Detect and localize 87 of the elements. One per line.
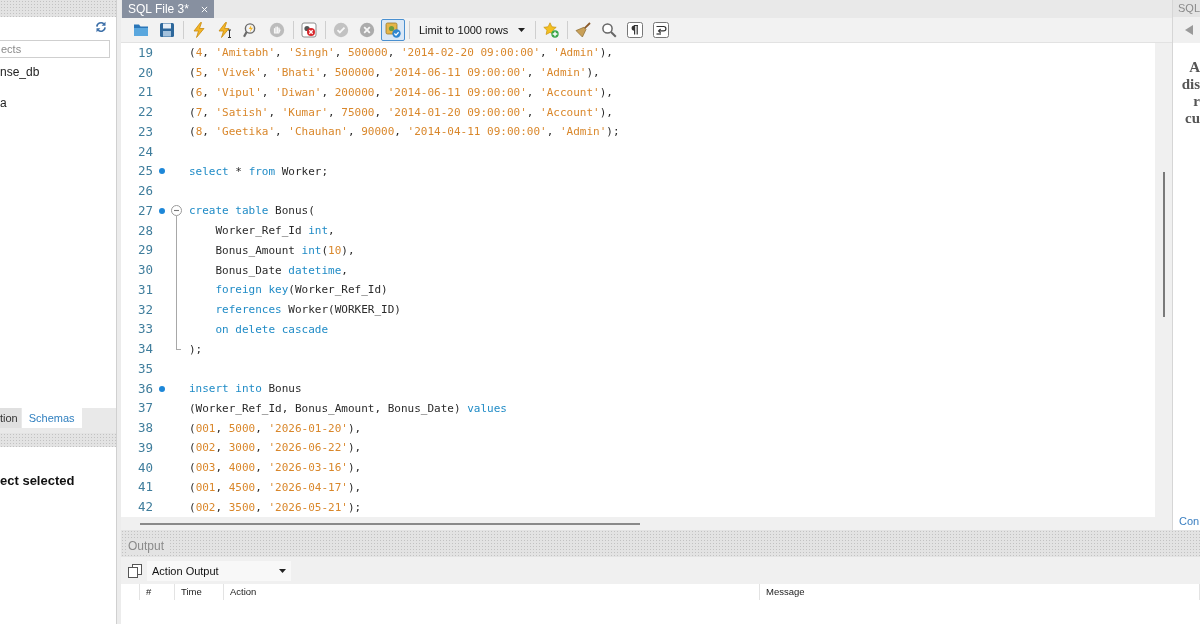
code-line: insert into Bonus — [189, 381, 302, 397]
line-number: 32 — [137, 301, 153, 318]
code-line: references Worker(WORKER_ID) — [215, 302, 401, 318]
code-line: Bonus_Date datetime, — [215, 262, 348, 278]
statement-marker-icon[interactable] — [158, 207, 165, 214]
context-help-header: SQL — [1173, 0, 1200, 17]
line-number: 21 — [137, 84, 153, 101]
code-line: (002, 3500, '2026-05-21'); — [189, 499, 362, 515]
line-number: 25 — [137, 163, 153, 180]
line-number: 39 — [137, 439, 153, 456]
copy-icon[interactable] — [128, 563, 142, 578]
code-line: ); — [189, 341, 203, 357]
search-icon — [601, 22, 617, 38]
line-number: 31 — [137, 281, 153, 298]
close-icon[interactable] — [200, 5, 208, 13]
column-header[interactable]: Message — [760, 584, 1200, 600]
statement-marker-icon[interactable] — [158, 385, 165, 392]
output-view-dropdown[interactable]: Action Output — [147, 560, 291, 581]
pilcrow-icon — [627, 22, 643, 38]
filter-field[interactable]: ects — [0, 40, 110, 58]
check-badge-icon — [385, 22, 401, 38]
line-number: 28 — [137, 222, 153, 239]
code-line: (5, 'Vivek', 'Bhati', 500000, '2014-06-11 09:00:00', 'Admin'), — [189, 65, 600, 81]
line-number: 36 — [137, 380, 153, 397]
line-number: 19 — [137, 44, 153, 61]
back-arrow-icon[interactable] — [1185, 25, 1193, 35]
context-help-text: A dis r cu — [1180, 59, 1200, 127]
horizontal-scrollbar[interactable] — [121, 517, 1172, 530]
code-line: (6, 'Vipul', 'Diwan', 200000, '2014-06-11 09:00:00', 'Account'), — [189, 84, 613, 100]
code-line: (4, 'Amitabh', 'Singh', 500000, '2014-02-20 09:00:00', 'Admin'), — [189, 45, 613, 61]
navigator-tab[interactable]: Schemas — [21, 408, 82, 428]
tree-item[interactable]: a — [0, 93, 7, 113]
line-number: 20 — [137, 64, 153, 81]
output-header: Output — [121, 536, 1200, 557]
scrollbar-thumb[interactable] — [1162, 172, 1165, 317]
lightning-icon — [191, 22, 207, 38]
refresh-icon[interactable] — [95, 21, 107, 33]
caret-icon — [518, 28, 525, 32]
code-line: (Worker_Ref_Id, Bonus_Amount, Bonus_Date) values — [189, 400, 507, 416]
line-number: 38 — [137, 420, 153, 437]
line-number: 41 — [137, 479, 153, 496]
code-line: create table Bonus( — [189, 203, 315, 219]
folder-icon — [133, 22, 149, 38]
vertical-scrollbar[interactable] — [1155, 43, 1172, 517]
code-line: (002, 3000, '2026-06-22'), — [189, 440, 362, 456]
collapse-icon[interactable] — [171, 205, 182, 217]
navigator-tab[interactable]: tion — [0, 408, 21, 428]
line-number: 34 — [137, 341, 153, 358]
x-circle-icon — [359, 22, 375, 38]
statement-marker-icon[interactable] — [158, 168, 165, 175]
lightning-cursor-icon — [217, 22, 233, 38]
line-number: 29 — [137, 242, 153, 259]
code-line: Worker_Ref_Id int, — [215, 223, 335, 239]
autocommit-button[interactable] — [381, 19, 405, 41]
code-line: (8, 'Geetika', 'Chauhan', 90000, '2014-04-11 09:00:00', 'Admin'); — [189, 124, 620, 140]
hand-icon — [269, 22, 285, 38]
line-number: 27 — [137, 202, 153, 219]
line-number: 30 — [137, 262, 153, 279]
info-message: ect selected — [0, 473, 75, 489]
scrollbar-thumb[interactable] — [140, 522, 640, 525]
check-circle-icon — [333, 22, 349, 38]
code-line: foreign key(Worker_Ref_Id) — [215, 282, 388, 298]
code-line: (003, 4000, '2026-03-16'), — [189, 460, 362, 476]
code-line: Bonus_Amount int(10), — [215, 242, 355, 258]
code-line: (001, 4500, '2026-04-17'), — [189, 479, 362, 495]
line-number: 23 — [137, 123, 153, 140]
line-number: 40 — [137, 459, 153, 476]
code-line: (001, 5000, '2026-01-20'), — [189, 420, 362, 436]
code-line: select * from Worker; — [189, 163, 329, 179]
column-header[interactable]: Time — [175, 584, 224, 600]
line-number: 26 — [137, 183, 153, 200]
broom-icon — [575, 22, 591, 38]
star-plus-icon — [543, 22, 559, 38]
line-number: 35 — [137, 360, 153, 377]
column-header[interactable]: Action — [224, 584, 760, 600]
help-link[interactable]: Con — [1179, 515, 1200, 527]
tree-item[interactable]: nse_db — [0, 62, 40, 82]
code-line: (7, 'Satish', 'Kumar', 75000, '2014-01-20 09:00:00', 'Account'), — [189, 104, 613, 120]
caret-icon — [279, 568, 286, 573]
error-x-icon — [301, 22, 317, 38]
line-number: 42 — [137, 499, 153, 516]
line-number: 37 — [137, 400, 153, 417]
column-header[interactable]: # — [140, 584, 175, 600]
line-number: 33 — [137, 321, 153, 338]
line-number: 22 — [137, 104, 153, 121]
line-number: 24 — [137, 143, 153, 160]
code-line: on delete cascade — [215, 321, 329, 337]
